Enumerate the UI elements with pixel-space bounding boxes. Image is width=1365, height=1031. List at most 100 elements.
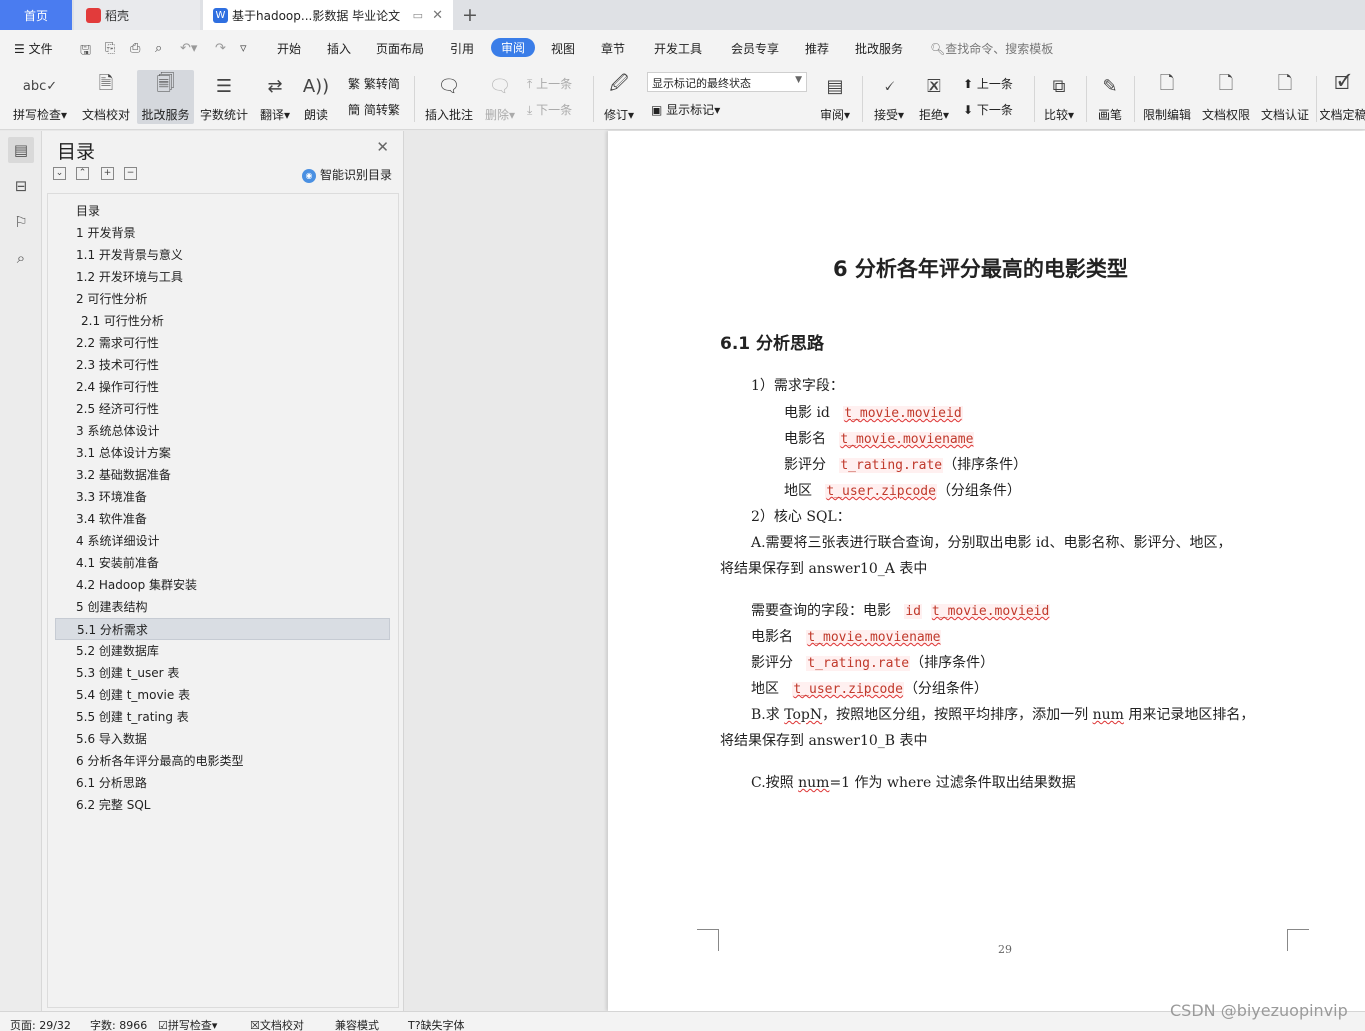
toc-item[interactable]: 1.1 开发背景与意义 <box>55 244 390 266</box>
toc-item[interactable]: 3.1 总体设计方案 <box>55 442 390 464</box>
menu-insert[interactable]: 插入 <box>327 40 351 57</box>
toc-item[interactable]: 2.1 可行性分析 <box>55 310 390 332</box>
page-indicator[interactable]: 页面: 29/32 <box>10 1017 71 1031</box>
next-comment-button[interactable]: ⤓ 下一条 <box>527 101 572 118</box>
toc-item[interactable]: 5 创建表结构 <box>55 596 390 618</box>
tab-docer[interactable]: 稻壳 <box>74 0 200 30</box>
missing-font[interactable]: T?缺失字体 <box>408 1017 465 1031</box>
toc-item[interactable]: 4 系统详细设计 <box>55 530 390 552</box>
menu-review[interactable]: 审阅 <box>491 38 536 57</box>
print-icon[interactable]: ⎙ <box>130 41 140 56</box>
collapse-all-icon[interactable]: ⌄ <box>53 167 66 180</box>
to-simplified-button[interactable]: 簡 简转繁 <box>348 101 400 118</box>
toc-item[interactable]: 1 开发背景 <box>55 222 390 244</box>
toc-item[interactable]: 目录 <box>55 200 390 222</box>
doc-proof-button[interactable]: 🗎 文档校对 <box>78 70 134 124</box>
search-icon[interactable]: ⌕ <box>8 245 34 271</box>
spell-check-button[interactable]: abc✓ 拼写检查▾ <box>10 70 70 124</box>
toc-item[interactable]: 1.2 开发环境与工具 <box>55 266 390 288</box>
close-icon[interactable]: ✕ <box>376 138 389 156</box>
customize-toolbar-icon[interactable]: ▿ <box>240 41 247 56</box>
to-traditional-button[interactable]: 繁 繁转简 <box>348 75 400 92</box>
toc-item[interactable]: 3.4 软件准备 <box>55 508 390 530</box>
menu-recommend[interactable]: 推荐 <box>805 40 829 57</box>
toc-item[interactable]: 5.2 创建数据库 <box>55 640 390 662</box>
toc-icon[interactable]: ▤ <box>8 137 34 163</box>
menu-correction-service[interactable]: 批改服务 <box>855 40 903 57</box>
ink-button[interactable]: ✎ 画笔 <box>1094 70 1126 124</box>
doc-finalize-button[interactable]: 🗹 文档定稿 <box>1320 70 1365 124</box>
add-heading-icon[interactable]: + <box>101 167 114 180</box>
doc-permission-button[interactable]: 🗋 文档权限 <box>1200 70 1252 124</box>
restrict-edit-button[interactable]: 🗋 限制编辑 <box>1141 70 1193 124</box>
query-label: 影评分 <box>751 655 793 671</box>
prev-change-button[interactable]: ⬆ 上一条 <box>963 75 1013 92</box>
delete-comment-button[interactable]: 🗨 删除▾ <box>481 70 519 124</box>
reject-button[interactable]: 🗷 拒绝▾ <box>915 70 953 124</box>
toc-item[interactable]: 5.5 创建 t_rating 表 <box>55 706 390 728</box>
menu-page-layout[interactable]: 页面布局 <box>376 40 424 57</box>
smart-toc-button[interactable]: ◉ 智能识别目录 <box>302 166 392 183</box>
redo-icon[interactable]: ↷ <box>215 41 226 56</box>
undo-icon[interactable]: ↶▾ <box>180 41 197 56</box>
word-count-button[interactable]: ☰ 字数统计 <box>199 70 249 124</box>
toc-item[interactable]: 6.2 完整 SQL <box>55 794 390 816</box>
toc-item[interactable]: 2.2 需求可行性 <box>55 332 390 354</box>
pin-icon[interactable]: ▭ <box>413 9 423 22</box>
chapter-nav-icon[interactable]: ⊟ <box>8 173 34 199</box>
tab-home[interactable]: 首页 <box>0 0 72 30</box>
toc-item[interactable]: 5.3 创建 t_user 表 <box>55 662 390 684</box>
next-change-button[interactable]: ⬇ 下一条 <box>963 101 1013 118</box>
bookmark-icon[interactable]: ⚐ <box>8 209 34 235</box>
toc-item[interactable]: 3.2 基础数据准备 <box>55 464 390 486</box>
toc-item[interactable]: 5.6 导入数据 <box>55 728 390 750</box>
save-icon[interactable]: 🖫 <box>80 41 91 63</box>
command-search[interactable]: 🔍︎查找命令、搜索模板 <box>930 40 1053 57</box>
toc-item[interactable]: 4.1 安装前准备 <box>55 552 390 574</box>
toc-item[interactable]: 4.2 Hadoop 集群安装 <box>55 574 390 596</box>
doc-certify-label: 文档认证 <box>1260 108 1309 122</box>
insert-comment-button[interactable]: 🗨 插入批注 <box>422 70 476 124</box>
remove-heading-icon[interactable]: − <box>124 167 137 180</box>
toc-item[interactable]: 2.3 技术可行性 <box>55 354 390 376</box>
status-spell-check[interactable]: ☑拼写检查▾ <box>158 1017 217 1031</box>
menu-developer-tools[interactable]: 开发工具 <box>654 40 702 57</box>
correction-service-button[interactable]: 🗐 批改服务 <box>137 70 194 124</box>
menu-reference[interactable]: 引用 <box>450 40 474 57</box>
tab-document[interactable]: W 基于hadoop...影数据 毕业论文 ▭ ✕ <box>203 0 453 30</box>
toc-item[interactable]: 5.1 分析需求 <box>55 618 390 640</box>
toc-item[interactable]: 2.5 经济可行性 <box>55 398 390 420</box>
menu-start[interactable]: 开始 <box>277 40 301 57</box>
compare-button[interactable]: ⧉ 比较▾ <box>1040 70 1078 124</box>
ribbon-divider <box>414 76 415 122</box>
toc-item[interactable]: 2 可行性分析 <box>55 288 390 310</box>
field-label: 电影 id <box>784 405 830 421</box>
toc-item[interactable]: 5.4 创建 t_movie 表 <box>55 684 390 706</box>
accept-button[interactable]: 🗸 接受▾ <box>870 70 908 124</box>
document-page[interactable]: 6 分析各年评分最高的电影类型 6.1 分析思路 1）需求字段： 电影 id t… <box>608 131 1365 1011</box>
menu-member[interactable]: 会员专享 <box>731 40 779 57</box>
markup-state-select[interactable]: 显示标记的最终状态 ▼ <box>647 72 807 92</box>
file-menu[interactable]: ☰ 文件 <box>14 40 53 57</box>
show-markup-button[interactable]: ▣ 显示标记▾ <box>651 101 720 118</box>
prev-comment-button[interactable]: ⤒ 上一条 <box>527 75 572 92</box>
toc-item[interactable]: 3.3 环境准备 <box>55 486 390 508</box>
doc-certify-button[interactable]: 🗋 文档认证 <box>1259 70 1311 124</box>
menu-chapter[interactable]: 章节 <box>601 40 625 57</box>
export-pdf-icon[interactable]: ⎘ <box>105 41 115 56</box>
close-tab-icon[interactable]: ✕ <box>432 8 443 23</box>
print-preview-icon[interactable]: ⌕ <box>155 41 162 56</box>
toc-item[interactable]: 6 分析各年评分最高的电影类型 <box>55 750 390 772</box>
menu-view[interactable]: 视图 <box>551 40 575 57</box>
status-doc-proof[interactable]: ☒文档校对 <box>250 1017 304 1031</box>
toc-item[interactable]: 3 系统总体设计 <box>55 420 390 442</box>
review-pane-button[interactable]: ▤ 审阅▾ <box>816 70 854 124</box>
word-count-indicator[interactable]: 字数: 8966 <box>90 1017 147 1031</box>
toc-item[interactable]: 2.4 操作可行性 <box>55 376 390 398</box>
expand-up-icon[interactable]: ⌃ <box>76 167 89 180</box>
translate-button[interactable]: ⇄ 翻译▾ <box>256 70 294 124</box>
new-tab-button[interactable]: + <box>462 4 478 26</box>
toc-item[interactable]: 6.1 分析思路 <box>55 772 390 794</box>
read-aloud-button[interactable]: A)) 朗读 <box>300 70 332 124</box>
track-changes-button[interactable]: 🖉 修订▾ <box>600 70 638 124</box>
